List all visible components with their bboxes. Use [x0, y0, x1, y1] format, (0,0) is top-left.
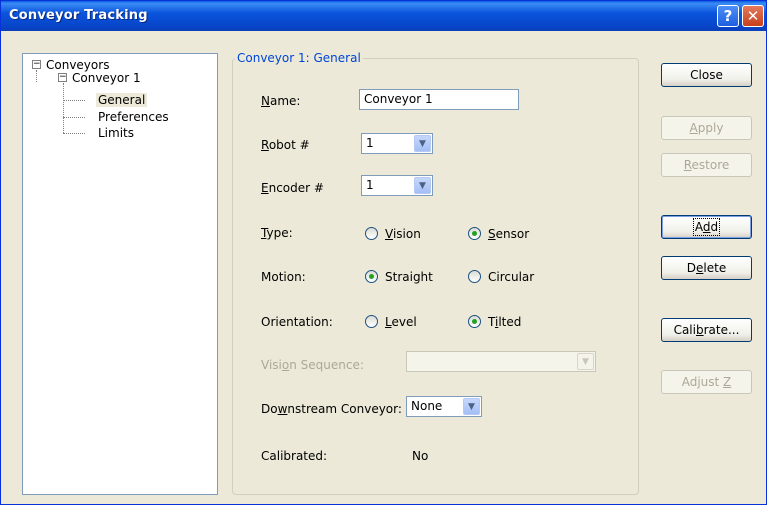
- encoder-select-value: 1: [366, 178, 374, 192]
- type-label: Type:: [261, 226, 293, 240]
- delete-button[interactable]: Delete: [661, 256, 752, 280]
- tree-line: [36, 70, 37, 82]
- tree-node-general[interactable]: General: [96, 93, 148, 107]
- type-sensor-radio[interactable]: [468, 227, 481, 240]
- tree-node-conveyor-1[interactable]: Conveyor 1: [72, 71, 141, 85]
- adjust-z-button[interactable]: Adjust Z: [661, 370, 752, 394]
- downstream-conveyor-label: Downstream Conveyor:: [261, 402, 402, 416]
- robot-label: Robot #: [261, 138, 310, 152]
- orientation-level-label[interactable]: Level: [385, 315, 417, 329]
- tree-node-conveyors[interactable]: Conveyors: [46, 58, 109, 72]
- tree-line: [63, 100, 85, 101]
- encoder-label: Encoder #: [261, 181, 324, 195]
- downstream-conveyor-select[interactable]: None ▼: [406, 396, 482, 417]
- chevron-down-icon[interactable]: ▼: [577, 353, 594, 370]
- tree-node-limits[interactable]: Limits: [98, 126, 134, 140]
- type-sensor-label[interactable]: Sensor: [488, 227, 529, 241]
- apply-button[interactable]: Apply: [661, 116, 752, 140]
- calibrated-label: Calibrated:: [261, 449, 328, 463]
- motion-straight-label[interactable]: Straight: [385, 270, 433, 284]
- tree-line: [63, 133, 85, 134]
- motion-straight-radio[interactable]: [365, 270, 378, 283]
- chevron-down-icon[interactable]: ▼: [463, 398, 480, 415]
- group-title: Conveyor 1: General: [235, 51, 363, 65]
- title-bar[interactable]: Conveyor Tracking ? ✕: [1, 1, 766, 31]
- name-field[interactable]: Conveyor 1: [359, 89, 519, 110]
- tree-line: [63, 117, 85, 118]
- orientation-tilted-label[interactable]: Tilted: [488, 315, 521, 329]
- window-title: Conveyor Tracking: [9, 8, 148, 23]
- motion-circular-radio[interactable]: [468, 270, 481, 283]
- chevron-down-icon[interactable]: ▼: [414, 135, 431, 152]
- orientation-label: Orientation:: [261, 315, 333, 329]
- vision-sequence-label: Vision Sequence:: [261, 358, 364, 372]
- motion-label: Motion:: [261, 270, 306, 284]
- encoder-select[interactable]: 1 ▼: [361, 175, 433, 196]
- downstream-conveyor-value: None: [411, 399, 443, 413]
- help-icon[interactable]: ?: [717, 5, 739, 27]
- tree-line: [63, 83, 64, 133]
- orientation-tilted-radio[interactable]: [468, 315, 481, 328]
- robot-select-value: 1: [366, 136, 374, 150]
- close-button[interactable]: Close: [661, 63, 752, 87]
- close-window-icon[interactable]: ✕: [742, 5, 764, 27]
- type-vision-label[interactable]: Vision: [385, 227, 421, 241]
- conveyor-tree[interactable]: − Conveyors − Conveyor 1 General Prefere…: [22, 53, 218, 495]
- conveyor-tracking-window: Conveyor Tracking ? ✕ − Conveyors − Conv…: [0, 0, 767, 505]
- vision-sequence-select[interactable]: ▼: [406, 351, 596, 372]
- collapse-conveyor-1-icon[interactable]: −: [58, 73, 67, 82]
- calibrated-value: No: [412, 449, 429, 463]
- tree-node-preferences[interactable]: Preferences: [98, 110, 169, 124]
- type-vision-radio[interactable]: [365, 227, 378, 240]
- restore-button[interactable]: Restore: [661, 153, 752, 177]
- chevron-down-icon[interactable]: ▼: [414, 177, 431, 194]
- orientation-level-radio[interactable]: [365, 315, 378, 328]
- robot-select[interactable]: 1 ▼: [361, 133, 433, 154]
- add-button[interactable]: Add: [661, 215, 752, 239]
- calibrate-button[interactable]: Calibrate...: [661, 318, 752, 342]
- name-label: Name:: [261, 94, 301, 108]
- collapse-conveyors-icon[interactable]: −: [32, 60, 41, 69]
- motion-circular-label[interactable]: Circular: [488, 270, 534, 284]
